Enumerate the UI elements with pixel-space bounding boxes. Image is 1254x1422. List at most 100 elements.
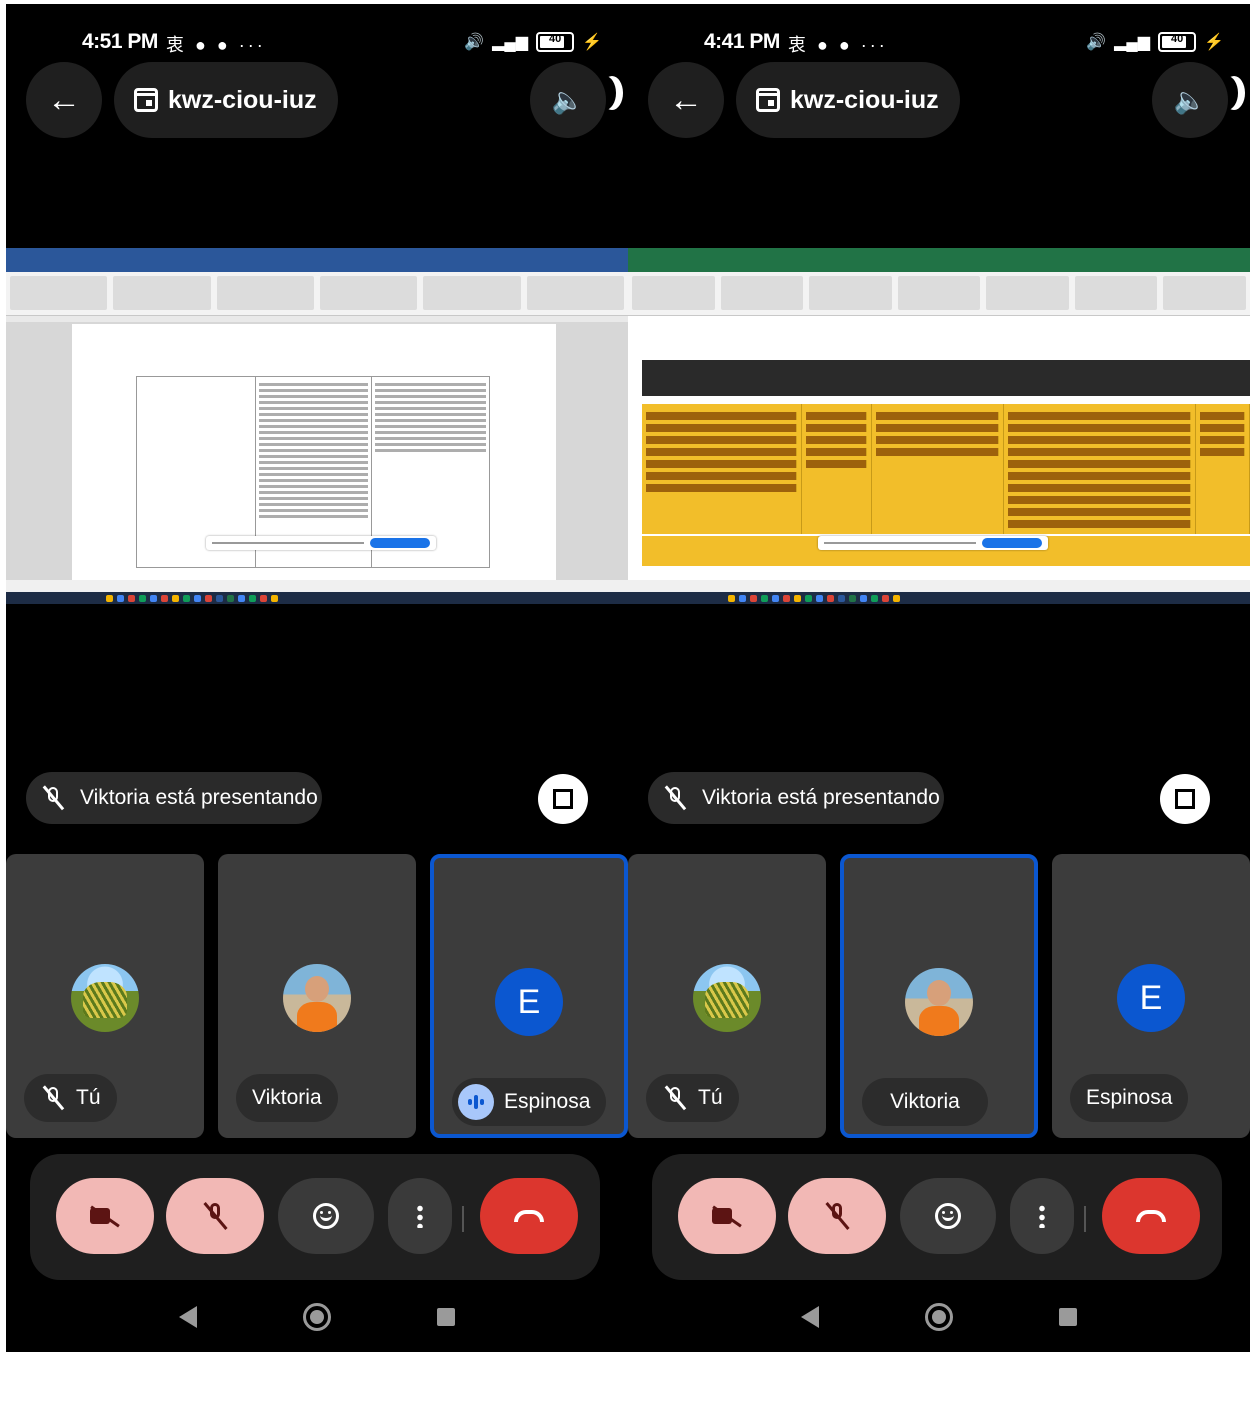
- highlighted-row: [642, 404, 1250, 534]
- notification-icons: 衷 ● ● ···: [166, 35, 266, 55]
- top-bar: ← kwz-ciou-iuz 🔈: [6, 62, 628, 142]
- phone-hangup-icon: [1136, 1210, 1166, 1222]
- status-right: 🔊 ▂▄▆ 40 ⚡: [464, 32, 602, 52]
- participant-tile-viktoria[interactable]: Viktoria: [840, 854, 1038, 1138]
- participant-tile-viktoria[interactable]: Viktoria: [218, 854, 416, 1138]
- word-ribbon: [6, 272, 628, 316]
- mic-off-icon: [662, 1085, 688, 1111]
- excel-title-bar: [628, 248, 1250, 262]
- app-status-strip: [6, 580, 628, 592]
- emoji-icon: [313, 1203, 339, 1229]
- avatar: [283, 964, 351, 1032]
- nav-home-icon[interactable]: [925, 1303, 953, 1331]
- app-status-strip: [628, 580, 1250, 592]
- presenting-text: Viktoria está presentando: [702, 786, 940, 809]
- phone-screen-right: 4:41 PM 衷 ● ● ··· 🔊 ▂▄▆ 40 ⚡ ← kwz-ciou-…: [628, 4, 1250, 1352]
- presenting-text: Viktoria está presentando: [80, 786, 318, 809]
- mic-toggle-button[interactable]: [166, 1178, 264, 1254]
- avatar: E: [495, 968, 563, 1036]
- participant-tile-espinosa[interactable]: E Espinosa: [430, 854, 628, 1138]
- meeting-info-button[interactable]: kwz-ciou-iuz: [114, 62, 338, 138]
- phone-hangup-icon: [514, 1210, 544, 1222]
- participant-name-chip: Tú: [24, 1074, 117, 1122]
- android-nav-bar: [6, 1282, 628, 1352]
- excel-ribbon: [628, 272, 1250, 316]
- participant-name: Tú: [76, 1086, 101, 1109]
- notification-icons: 衷 ● ● ···: [788, 35, 888, 55]
- status-time: 4:51 PM: [82, 30, 158, 53]
- windows-taskbar: [6, 592, 628, 604]
- word-document-area: [6, 322, 628, 580]
- battery-icon: 40: [536, 32, 575, 52]
- participant-name-chip: Tú: [646, 1074, 739, 1122]
- mic-off-icon: [202, 1201, 228, 1231]
- more-vert-icon: [417, 1204, 423, 1228]
- back-button[interactable]: ←: [648, 62, 724, 138]
- calendar-icon: [756, 88, 780, 112]
- participant-tile-you[interactable]: Tú: [6, 854, 204, 1138]
- more-options-button[interactable]: [388, 1178, 452, 1254]
- sharing-notice-bar: [818, 536, 1048, 550]
- nav-back-icon[interactable]: [179, 1306, 197, 1328]
- participant-name: Viktoria: [252, 1086, 322, 1109]
- call-controls: [30, 1154, 600, 1280]
- mic-off-icon: [824, 1201, 850, 1231]
- fullscreen-icon: [553, 789, 573, 809]
- divider: [1084, 1206, 1086, 1232]
- participant-tile-espinosa[interactable]: E Espinosa: [1052, 854, 1250, 1138]
- avatar: [71, 964, 139, 1032]
- meeting-info-button[interactable]: kwz-ciou-iuz: [736, 62, 960, 138]
- participant-tiles: Tú Viktoria E Espinosa: [6, 854, 628, 1140]
- stop-sharing-button: [982, 538, 1042, 548]
- leave-call-button[interactable]: [1102, 1178, 1200, 1254]
- meeting-code: kwz-ciou-iuz: [168, 85, 317, 114]
- battery-level: 40: [1170, 33, 1184, 45]
- nav-back-icon[interactable]: [801, 1306, 819, 1328]
- arrow-left-icon: ←: [669, 80, 703, 119]
- leave-call-button[interactable]: [480, 1178, 578, 1254]
- reactions-button[interactable]: [900, 1178, 996, 1254]
- reactions-button[interactable]: [278, 1178, 374, 1254]
- participant-name-chip: Viktoria: [236, 1074, 338, 1122]
- calendar-icon: [134, 88, 158, 112]
- status-time: 4:41 PM: [704, 30, 780, 53]
- shared-screen-excel: [628, 248, 1250, 604]
- windows-taskbar: [628, 592, 1250, 604]
- status-bar: 4:41 PM 衷 ● ● ··· 🔊 ▂▄▆ 40 ⚡: [628, 26, 1250, 62]
- mic-off-icon: [662, 785, 688, 811]
- participant-name-chip: Espinosa: [452, 1078, 607, 1126]
- battery-level: 40: [548, 33, 562, 45]
- fullscreen-button[interactable]: [538, 774, 588, 824]
- shared-screen-word: [6, 248, 628, 604]
- participant-name-chip: Espinosa: [1070, 1074, 1189, 1122]
- battery-icon: 40: [1158, 32, 1197, 52]
- participant-name: Viktoria: [890, 1090, 960, 1113]
- mic-toggle-button[interactable]: [788, 1178, 886, 1254]
- nav-recents-icon[interactable]: [437, 1308, 455, 1326]
- presenting-indicator: Viktoria está presentando: [26, 772, 322, 824]
- volume-icon: 🔊: [1086, 34, 1107, 51]
- status-right: 🔊 ▂▄▆ 40 ⚡: [1086, 32, 1224, 52]
- fullscreen-button[interactable]: [1160, 774, 1210, 824]
- camera-toggle-button[interactable]: [678, 1178, 776, 1254]
- phone-screen-left: 4:51 PM 衷 ● ● ··· 🔊 ▂▄▆ 40 ⚡ ← kwz-ciou-…: [6, 4, 628, 1352]
- charging-icon: ⚡: [582, 34, 602, 51]
- nav-recents-icon[interactable]: [1059, 1308, 1077, 1326]
- moon-icon: [594, 76, 616, 110]
- moon-icon: [1216, 76, 1238, 110]
- android-nav-bar: [628, 1282, 1250, 1352]
- mic-off-icon: [40, 785, 66, 811]
- meeting-code: kwz-ciou-iuz: [790, 85, 939, 114]
- back-button[interactable]: ←: [26, 62, 102, 138]
- camera-toggle-button[interactable]: [56, 1178, 154, 1254]
- avatar: [905, 968, 973, 1036]
- participant-name-chip: Viktoria: [862, 1078, 988, 1126]
- volume-icon: 🔊: [464, 34, 485, 51]
- participant-tiles: Tú Viktoria E Espinosa: [628, 854, 1250, 1140]
- more-options-button[interactable]: [1010, 1178, 1074, 1254]
- participant-tile-you[interactable]: Tú: [628, 854, 826, 1138]
- nav-home-icon[interactable]: [303, 1303, 331, 1331]
- camera-off-icon: [712, 1205, 742, 1227]
- word-title-bar: [6, 248, 628, 262]
- more-vert-icon: [1039, 1204, 1045, 1228]
